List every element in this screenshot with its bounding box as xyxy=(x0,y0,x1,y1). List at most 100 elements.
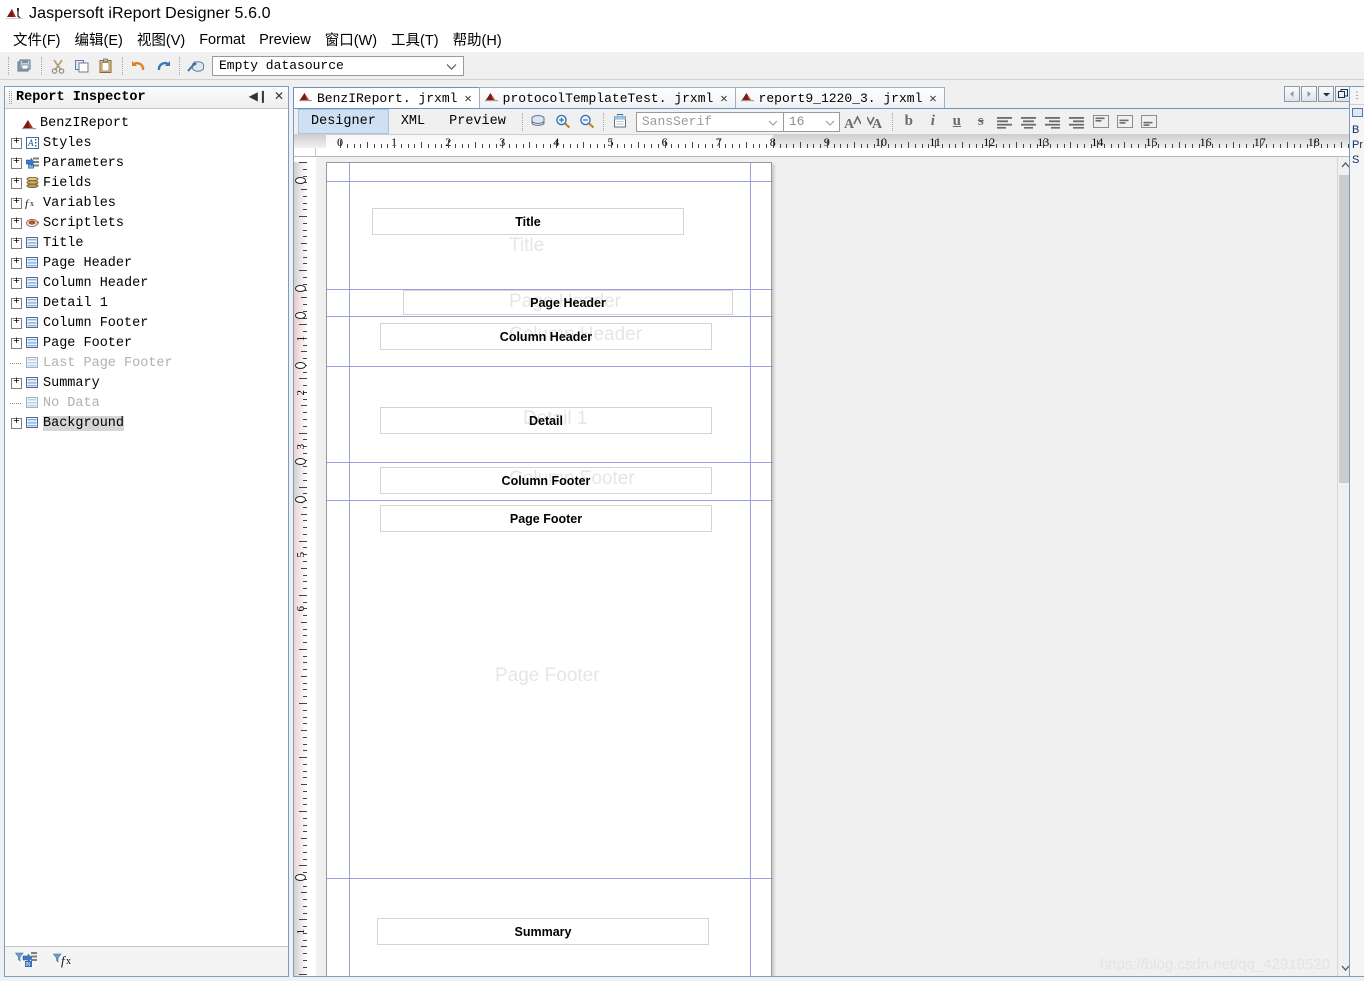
expand-icon[interactable] xyxy=(11,174,22,189)
tree-node-page-footer[interactable]: Page Footer xyxy=(9,333,288,353)
tab-close-icon[interactable]: ✕ xyxy=(720,91,727,106)
increase-font-size-icon[interactable]: A xyxy=(841,111,863,133)
element-page-footer-textfield[interactable]: Page Footer xyxy=(380,505,712,532)
expand-icon[interactable] xyxy=(11,294,22,309)
align-center-icon[interactable] xyxy=(1018,111,1040,133)
copy-icon[interactable] xyxy=(71,55,93,77)
band-page-footer[interactable]: Page Footer Page Footer xyxy=(327,500,773,878)
tab-benzireport-jrxml[interactable]: BenzIReport. jrxml ✕ xyxy=(293,87,480,108)
redo-icon[interactable] xyxy=(152,55,174,77)
report-page[interactable]: Title Title Page Header Page Header Colu… xyxy=(326,162,773,976)
tab-scroll-left-icon[interactable] xyxy=(1284,86,1300,102)
align-left-icon[interactable] xyxy=(994,111,1016,133)
expand-icon[interactable] xyxy=(11,214,22,229)
band-title[interactable]: Title Title xyxy=(327,181,773,289)
menu-format[interactable]: Format xyxy=(192,30,252,50)
decrease-font-size-icon[interactable]: A xyxy=(865,111,887,133)
expand-icon[interactable] xyxy=(11,194,22,209)
band-column-footer[interactable]: Column Footer Column Footer xyxy=(327,462,773,500)
cut-icon[interactable] xyxy=(47,55,69,77)
filter-parameters-icon[interactable]: IN xyxy=(14,951,39,972)
font-size-combo[interactable]: 16 xyxy=(783,111,840,132)
valign-middle-icon[interactable] xyxy=(1114,111,1136,133)
valign-top-icon[interactable] xyxy=(1090,111,1112,133)
italic-icon[interactable]: i xyxy=(922,111,944,133)
tab-report9-1220-3-jrxml[interactable]: report9_1220_3. jrxml ✕ xyxy=(734,87,945,108)
expand-icon[interactable] xyxy=(11,274,22,289)
right-panel-tab-properties[interactable]: Pr xyxy=(1350,136,1364,151)
right-panel-grip[interactable]: ⋮ xyxy=(1350,87,1364,105)
datasource-icon[interactable] xyxy=(185,55,207,77)
menu-view[interactable]: 视图(V) xyxy=(130,27,192,52)
tree-node-variables[interactable]: f x Variables xyxy=(9,193,288,213)
save-all-icon[interactable] xyxy=(14,55,36,77)
element-title-textfield[interactable]: Title xyxy=(372,208,684,235)
datasource-combo[interactable]: Empty datasource xyxy=(212,55,464,76)
view-tab-designer[interactable]: Designer xyxy=(298,109,389,134)
designer-canvas[interactable]: 12345601 Title Title xyxy=(294,157,1352,976)
element-column-header-textfield[interactable]: Column Header xyxy=(380,323,712,350)
tree-node-page-header[interactable]: Page Header xyxy=(9,253,288,273)
expand-icon[interactable] xyxy=(11,254,22,269)
tab-close-icon[interactable]: ✕ xyxy=(929,91,936,106)
tab-list-dropdown-icon[interactable] xyxy=(1318,86,1334,102)
menu-edit[interactable]: 编辑(E) xyxy=(68,27,130,52)
element-page-header-textfield[interactable]: Page Header xyxy=(403,290,733,315)
band-page-header[interactable]: Page Header Page Header xyxy=(327,289,773,316)
zoom-out-icon[interactable] xyxy=(576,111,598,133)
tree-node-column-footer[interactable]: Column Footer xyxy=(9,313,288,333)
tree-node-parameters[interactable]: IN Parameters xyxy=(9,153,288,173)
expand-icon[interactable] xyxy=(11,314,22,329)
band-column-header[interactable]: Column Header Column Header xyxy=(327,316,773,366)
tree-node-column-header[interactable]: Column Header xyxy=(9,273,288,293)
paste-icon[interactable] xyxy=(95,55,117,77)
tree-node-last-page-footer[interactable]: Last Page Footer xyxy=(9,353,288,373)
palette-chip-icon[interactable] xyxy=(1351,108,1363,117)
report-properties-icon[interactable] xyxy=(609,111,631,133)
menu-window[interactable]: 窗口(W) xyxy=(318,27,384,52)
font-family-combo[interactable]: SansSerif xyxy=(635,111,784,132)
expand-icon[interactable] xyxy=(11,234,22,249)
tree-node-title[interactable]: Title xyxy=(9,233,288,253)
bold-icon[interactable]: b xyxy=(898,111,920,133)
panel-close-icon[interactable]: ✕ xyxy=(274,89,284,103)
align-right-icon[interactable] xyxy=(1042,111,1064,133)
report-preview-icon[interactable] xyxy=(528,111,550,133)
underline-icon[interactable]: u xyxy=(946,111,968,133)
tree-node-background[interactable]: Background xyxy=(9,413,288,433)
expand-icon[interactable] xyxy=(11,334,22,349)
tab-scroll-right-icon[interactable] xyxy=(1301,86,1317,102)
strikethrough-icon[interactable]: s xyxy=(970,111,992,133)
menu-file[interactable]: 文件(F) xyxy=(6,27,68,52)
expand-icon[interactable] xyxy=(11,154,22,169)
menu-preview[interactable]: Preview xyxy=(252,30,318,50)
tree-node-benzireport[interactable]: BenzIReport xyxy=(9,113,288,133)
expand-icon[interactable] xyxy=(11,134,22,149)
view-tab-xml[interactable]: XML xyxy=(389,110,437,133)
right-panel-tab-bands[interactable]: B xyxy=(1350,121,1364,136)
element-summary-textfield[interactable]: Summary xyxy=(377,918,709,945)
element-detail-textfield[interactable]: Detail xyxy=(380,407,712,434)
tab-close-icon[interactable]: ✕ xyxy=(464,91,471,106)
menu-help[interactable]: 帮助(H) xyxy=(446,27,509,52)
tree-node-summary[interactable]: Summary xyxy=(9,373,288,393)
expand-icon[interactable] xyxy=(11,374,22,389)
band-summary[interactable]: Summary xyxy=(327,878,773,976)
expand-icon[interactable] xyxy=(11,414,22,429)
filter-variables-icon[interactable]: f x xyxy=(52,951,77,972)
tree-node-no-data[interactable]: No Data xyxy=(9,393,288,413)
tab-protocoltemplatetest-jrxml[interactable]: protocolTemplateTest. jrxml ✕ xyxy=(478,87,736,108)
horizontal-ruler[interactable]: 0 1 2 3 4 5 6 7 8 9 10 11 12 13 14 15 16 17 18 xyxy=(294,135,1352,157)
band-detail-1[interactable]: Detail 1 Detail xyxy=(327,366,773,462)
valign-bottom-icon[interactable] xyxy=(1138,111,1160,133)
menu-tools[interactable]: 工具(T) xyxy=(384,27,446,52)
view-tab-preview[interactable]: Preview xyxy=(437,110,518,133)
tree-node-fields[interactable]: Fields xyxy=(9,173,288,193)
tree-node-scriptlets[interactable]: Scriptlets xyxy=(9,213,288,233)
element-column-footer-textfield[interactable]: Column Footer xyxy=(380,467,712,494)
align-justify-icon[interactable] xyxy=(1066,111,1088,133)
undo-icon[interactable] xyxy=(128,55,150,77)
zoom-in-icon[interactable] xyxy=(552,111,574,133)
tree-node-detail-1[interactable]: Detail 1 xyxy=(9,293,288,313)
tree-node-styles[interactable]: A Styles xyxy=(9,133,288,153)
